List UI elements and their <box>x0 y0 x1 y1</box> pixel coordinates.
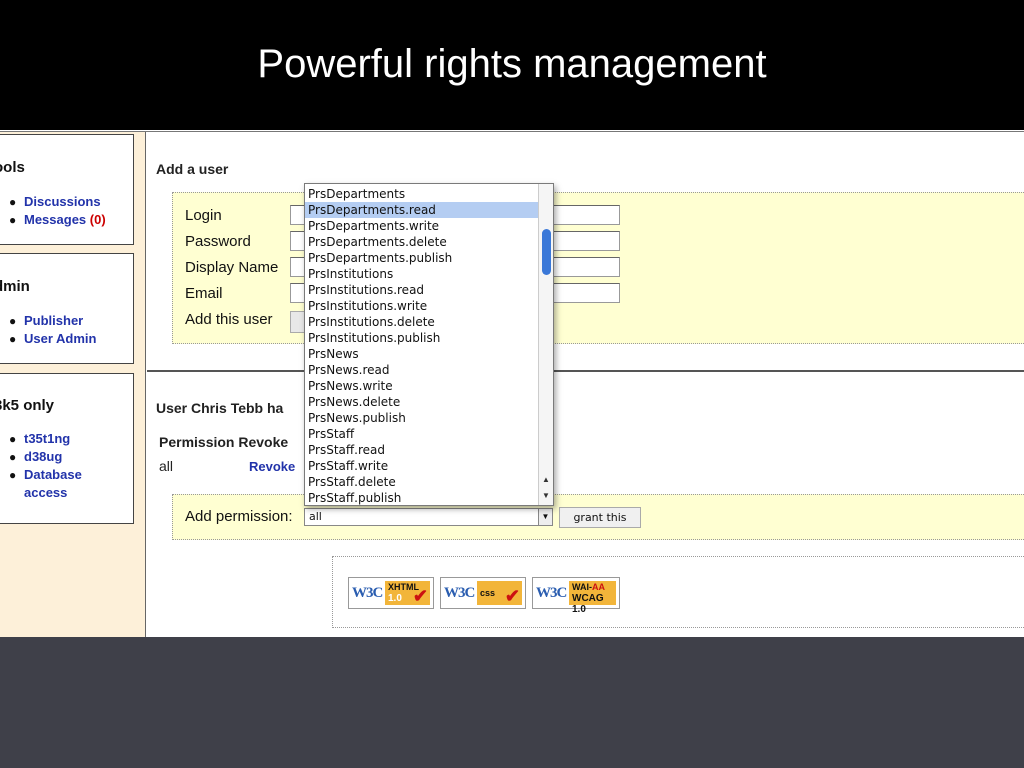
w3c-logo: W3C <box>444 585 475 601</box>
sidebar-box-list: ● Discussions ● Messages (0) <box>9 193 106 229</box>
add-this-user-label: Add this user <box>185 311 273 328</box>
listbox-option[interactable]: PrsStaff.read <box>305 442 539 458</box>
bullet-icon: ● <box>9 332 17 346</box>
listbox-option[interactable]: PrsInstitutions.write <box>305 298 539 314</box>
sidebar-link-label: Publisher <box>24 313 84 328</box>
sidebar-link-label: Messages <box>24 212 87 227</box>
scroll-up-arrow-icon[interactable] <box>539 184 553 196</box>
listbox-option[interactable]: PrsStaff.write <box>305 458 539 474</box>
permission-options-listbox[interactable]: PrsDepartments PrsDepartments.read PrsDepa… <box>304 183 554 506</box>
listbox-option[interactable]: PrsInstitutions <box>305 266 539 282</box>
section-divider <box>147 370 1024 372</box>
listbox-option[interactable]: PrsInstitutions.read <box>305 282 539 298</box>
listbox-scrollbar[interactable]: ▲ ▼ <box>538 184 553 505</box>
sidebar-box-heading: ools <box>0 159 25 176</box>
sidebar-link-label: User Admin <box>24 331 97 346</box>
w3c-xhtml-badge[interactable]: W3C XHTML 1.0 ✔ <box>348 577 434 609</box>
slide-title: Powerful rights management <box>257 42 767 86</box>
email-label: Email <box>185 285 223 302</box>
listbox-option[interactable]: PrsInstitutions.delete <box>305 314 539 330</box>
sidebar-link-label: d38ug <box>24 449 63 464</box>
bullet-icon: ● <box>9 213 17 227</box>
main-content: Add a user Login Password Display Name E… <box>147 132 1024 637</box>
sidebar-link-debug[interactable]: ● d38ug <box>9 448 99 466</box>
listbox-option[interactable]: PrsDepartments.read <box>305 202 539 218</box>
permission-cell: all <box>159 458 174 474</box>
permission-select[interactable]: all ▼ <box>304 508 553 526</box>
badge-top-text: css <box>480 588 496 598</box>
listbox-option[interactable]: PrsDepartments <box>305 186 539 202</box>
permissions-table-header: Permission Revoke <box>159 434 289 450</box>
message-count-badge: (0) <box>89 212 106 227</box>
sidebar-box-list: ● t35t1ng ● d38ug ● Database access <box>9 430 99 502</box>
listbox-option[interactable]: PrsNews <box>305 346 539 362</box>
bullet-icon: ● <box>9 468 17 482</box>
badge-tag: WAI-AA WCAG 1.0 <box>569 581 616 615</box>
add-permission-label: Add permission: <box>185 508 293 525</box>
bullet-icon: ● <box>9 314 17 328</box>
sidebar-link-database-access[interactable]: ● Database access <box>9 466 99 502</box>
sidebar-box-tools: ools ● Discussions ● Messages (0) <box>0 134 134 245</box>
w3c-logo: W3C <box>536 585 567 601</box>
w3c-logo: W3C <box>352 585 383 601</box>
add-user-heading: Add a user <box>156 161 229 177</box>
sidebar-link-testing[interactable]: ● t35t1ng <box>9 430 99 448</box>
display-name-label: Display Name <box>185 259 279 276</box>
user-permissions-heading: User Chris Tebb ha <box>156 400 284 416</box>
add-user-form: Login Password Display Name Email Add th… <box>172 192 1024 344</box>
badge-bottom-text: WCAG 1.0 <box>572 593 604 615</box>
sidebar-box-heading: dmin <box>0 278 30 295</box>
permission-select-value: all <box>309 510 322 523</box>
revoke-link[interactable]: Revoke <box>249 459 295 474</box>
sidebar-link-label: t35t1ng <box>24 431 71 446</box>
login-label: Login <box>185 207 222 224</box>
scroll-thumb[interactable] <box>542 229 551 275</box>
checkmark-icon: ✔ <box>412 586 428 606</box>
sidebar-link-messages[interactable]: ● Messages (0) <box>9 211 106 229</box>
sidebar-box-dev-only: 3k5 only ● t35t1ng ● d38ug ● Database acces… <box>0 373 134 524</box>
scroll-up-arrow-icon[interactable]: ▲ <box>539 474 553 486</box>
badge-tag: XHTML 1.0 ✔ <box>385 581 430 606</box>
password-label: Password <box>185 233 251 250</box>
listbox-option[interactable]: PrsNews.write <box>305 378 539 394</box>
badge-bottom-text: 1.0 <box>388 593 402 604</box>
listbox-option[interactable]: PrsStaff.delete <box>305 474 539 490</box>
sidebar-link-label: Discussions <box>24 194 101 209</box>
sidebar-link-label: Database access <box>24 467 82 500</box>
checkmark-icon: ✔ <box>504 586 520 606</box>
badge-tag: css ✔ <box>477 581 522 606</box>
badge-top-text: WAI-AA <box>572 582 605 592</box>
chevron-down-icon: ▼ <box>538 509 552 525</box>
validation-badges-footer: W3C XHTML 1.0 ✔ W3C css ✔ W3C WAI-AA WCA… <box>332 556 1024 628</box>
listbox-option[interactable]: PrsStaff.publish <box>305 490 539 506</box>
listbox-option[interactable]: PrsStaff <box>305 426 539 442</box>
sidebar-link-discussions[interactable]: ● Discussions <box>9 193 106 211</box>
slide-title-bar: Powerful rights management <box>0 0 1024 130</box>
listbox-option[interactable]: PrsNews.publish <box>305 410 539 426</box>
listbox-option[interactable]: PrsNews.read <box>305 362 539 378</box>
scroll-down-arrow-icon[interactable]: ▼ <box>539 490 553 502</box>
listbox-option[interactable]: PrsNews.delete <box>305 394 539 410</box>
sidebar: ools ● Discussions ● Messages (0) dmin ● Pu… <box>0 132 146 637</box>
badge-top-prefix: WAI- <box>572 582 592 592</box>
add-permission-form: Add permission: all ▼ grant this <box>172 494 1024 540</box>
bullet-icon: ● <box>9 450 17 464</box>
badge-top-accent: AA <box>592 582 605 592</box>
sidebar-link-user-admin[interactable]: ● User Admin <box>9 330 96 348</box>
grant-this-button[interactable]: grant this <box>559 507 641 528</box>
sidebar-box-list: ● Publisher ● User Admin <box>9 312 96 348</box>
sidebar-link-publisher[interactable]: ● Publisher <box>9 312 96 330</box>
listbox-option[interactable]: PrsDepartments.publish <box>305 250 539 266</box>
sidebar-box-admin: dmin ● Publisher ● User Admin <box>0 253 134 364</box>
bullet-icon: ● <box>9 432 17 446</box>
listbox-option[interactable]: PrsDepartments.write <box>305 218 539 234</box>
listbox-options: PrsDepartments PrsDepartments.read PrsDepa… <box>305 186 539 506</box>
sidebar-box-heading: 3k5 only <box>0 397 55 414</box>
listbox-option[interactable]: PrsDepartments.delete <box>305 234 539 250</box>
w3c-wai-aa-badge[interactable]: W3C WAI-AA WCAG 1.0 <box>532 577 620 615</box>
bullet-icon: ● <box>9 195 17 209</box>
listbox-option[interactable]: PrsInstitutions.publish <box>305 330 539 346</box>
w3c-css-badge[interactable]: W3C css ✔ <box>440 577 526 609</box>
